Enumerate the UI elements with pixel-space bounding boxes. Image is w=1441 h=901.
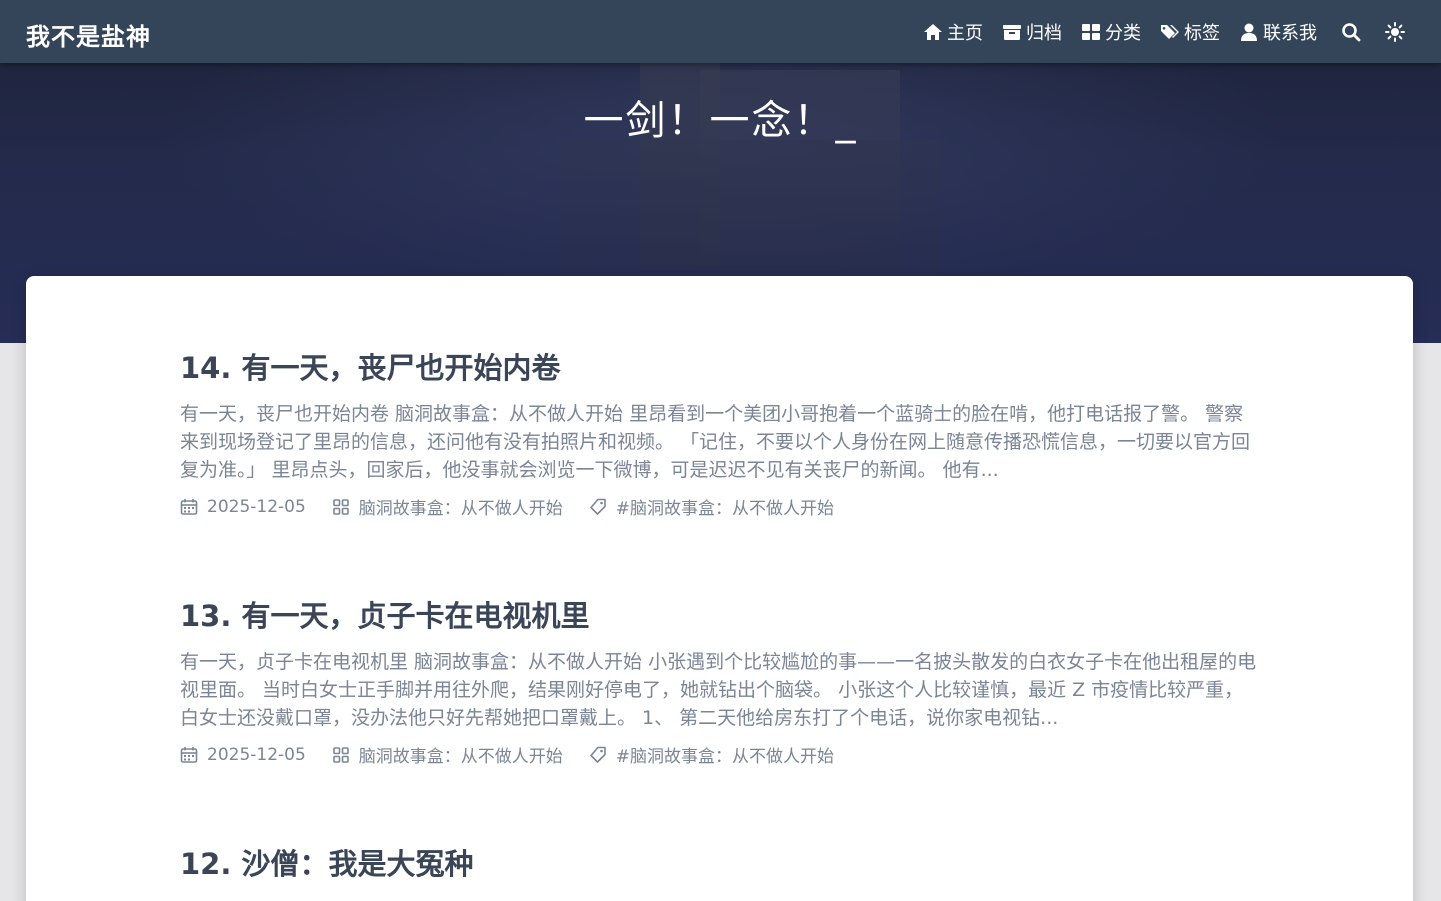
post-list-card: 14. 有一天，丧尸也开始内卷 有一天，丧尸也开始内卷 脑洞故事盒：从不做人开始… bbox=[26, 276, 1413, 901]
post-date-text: 2025-12-05 bbox=[207, 496, 306, 517]
tags-icon bbox=[1161, 24, 1179, 39]
nav-item-home-label: 主页 bbox=[947, 22, 983, 44]
post-title[interactable]: 14. 有一天，丧尸也开始内卷 bbox=[180, 348, 1260, 388]
category-icon bbox=[1082, 23, 1100, 40]
hero-background-block bbox=[560, 140, 940, 280]
category-icon bbox=[332, 746, 349, 763]
nav-item-archive[interactable]: 归档 bbox=[1002, 19, 1062, 45]
calendar-icon bbox=[180, 746, 198, 763]
nav-item-tags-label: 标签 bbox=[1184, 22, 1220, 44]
hero-title: 一剑！一念！_ bbox=[583, 98, 858, 144]
post-item: 14. 有一天，丧尸也开始内卷 有一天，丧尸也开始内卷 脑洞故事盒：从不做人开始… bbox=[180, 348, 1260, 519]
tag-icon bbox=[589, 746, 606, 763]
nav-menu: 主页 归档 分类 标签 联系我 bbox=[904, 0, 1405, 63]
post-excerpt: 有一天，丧尸也开始内卷 脑洞故事盒：从不做人开始 里昂看到一个美团小哥抱着一个蓝… bbox=[180, 403, 1251, 481]
post-tag-text: #脑洞故事盒：从不做人开始 bbox=[615, 747, 835, 767]
user-icon bbox=[1241, 23, 1257, 41]
category-icon bbox=[332, 498, 349, 515]
search-button[interactable] bbox=[1341, 22, 1361, 42]
nav-item-contact-label: 联系我 bbox=[1263, 22, 1317, 44]
hero-background-tower bbox=[640, 40, 720, 270]
nav-item-category-label: 分类 bbox=[1105, 22, 1141, 44]
post-meta: 2025-12-05 脑洞故事盒：从不做人开始 #脑洞故事盒：从不做人开始 bbox=[180, 742, 1260, 767]
home-icon bbox=[924, 23, 942, 40]
post-category-text: 脑洞故事盒：从不做人开始 bbox=[358, 747, 563, 767]
post-tag-link[interactable]: #脑洞故事盒：从不做人开始 bbox=[589, 742, 834, 767]
post-category-link[interactable]: 脑洞故事盒：从不做人开始 bbox=[332, 494, 563, 519]
archive-icon bbox=[1003, 24, 1021, 40]
post-title[interactable]: 12. 沙僧：我是大冤种 bbox=[180, 844, 1260, 884]
nav-item-archive-label: 归档 bbox=[1026, 22, 1062, 44]
post-date-text: 2025-12-05 bbox=[207, 744, 306, 765]
nav-item-category[interactable]: 分类 bbox=[1081, 19, 1141, 45]
theme-toggle-button[interactable] bbox=[1385, 21, 1405, 42]
site-brand[interactable]: 我不是盐神 bbox=[26, 17, 151, 52]
nav-item-contact[interactable]: 联系我 bbox=[1239, 19, 1317, 45]
search-icon bbox=[1342, 22, 1361, 41]
post-meta: 2025-12-05 脑洞故事盒：从不做人开始 #脑洞故事盒：从不做人开始 bbox=[180, 494, 1260, 519]
post-date: 2025-12-05 bbox=[180, 745, 306, 765]
post-item: 13. 有一天，贞子卡在电视机里 有一天，贞子卡在电视机里 脑洞故事盒：从不做人… bbox=[180, 596, 1260, 767]
post-tag-text: #脑洞故事盒：从不做人开始 bbox=[615, 499, 835, 519]
post-category-text: 脑洞故事盒：从不做人开始 bbox=[358, 499, 563, 519]
post-tag-link[interactable]: #脑洞故事盒：从不做人开始 bbox=[589, 494, 834, 519]
post-date: 2025-12-05 bbox=[180, 497, 306, 517]
post-category-link[interactable]: 脑洞故事盒：从不做人开始 bbox=[332, 742, 563, 767]
nav-item-home[interactable]: 主页 bbox=[923, 19, 983, 45]
top-navbar: 我不是盐神 主页 归档 分类 标签 联系我 bbox=[0, 0, 1441, 63]
post-item: 12. 沙僧：我是大冤种 bbox=[180, 844, 1260, 884]
tag-icon bbox=[589, 498, 606, 515]
post-title[interactable]: 13. 有一天，贞子卡在电视机里 bbox=[180, 596, 1260, 636]
calendar-icon bbox=[180, 498, 198, 515]
post-excerpt: 有一天，贞子卡在电视机里 脑洞故事盒：从不做人开始 小张遇到个比较尴尬的事——一… bbox=[180, 651, 1257, 729]
nav-item-tags[interactable]: 标签 bbox=[1160, 19, 1220, 45]
sun-icon bbox=[1385, 21, 1405, 42]
